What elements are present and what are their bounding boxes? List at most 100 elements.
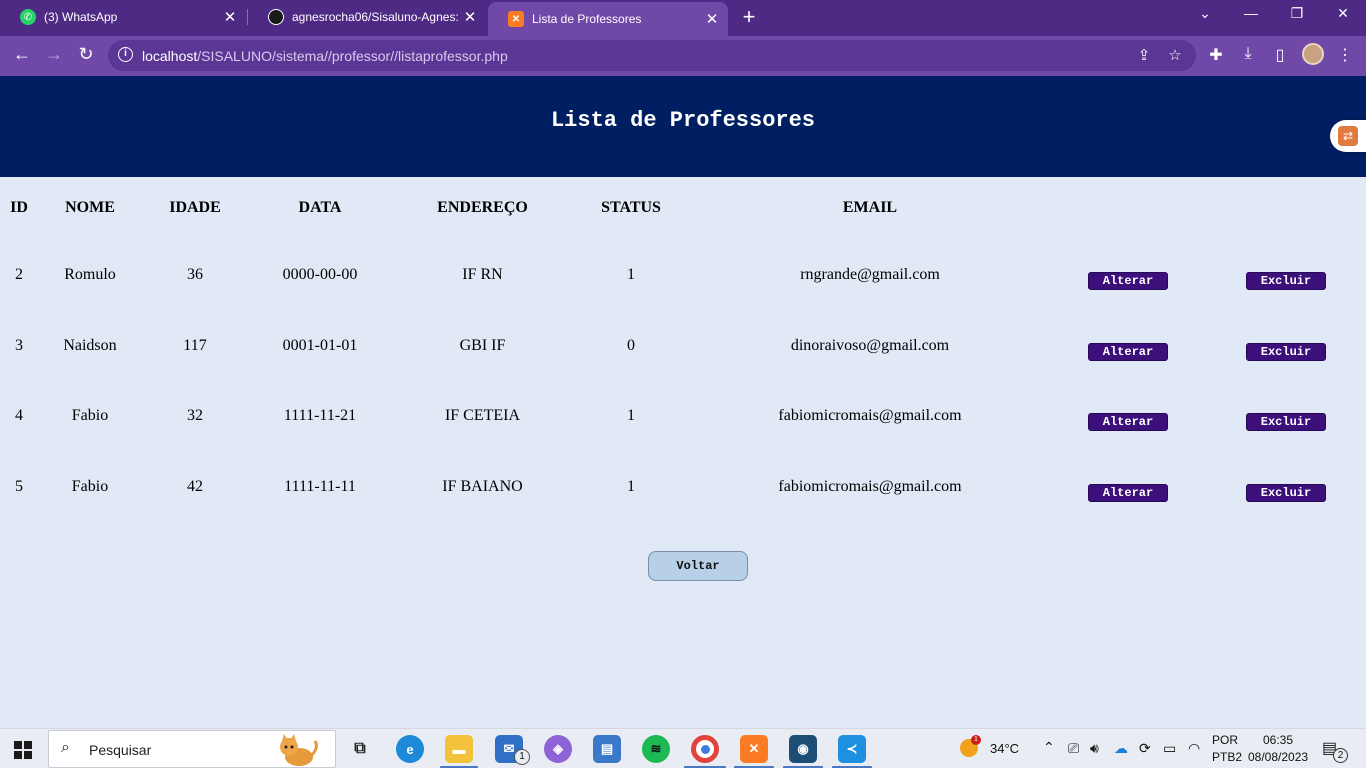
menu-icon[interactable]: ⋮ xyxy=(1334,45,1356,65)
xampp-icon[interactable]: ✕ xyxy=(740,735,768,763)
cell-id: 5 xyxy=(15,478,23,495)
reload-icon[interactable]: ↻ xyxy=(74,44,98,65)
cell-data: 0000-00-00 xyxy=(282,266,358,283)
side-panel-icon[interactable]: ▯ xyxy=(1269,45,1291,65)
column-header-nome: NOME xyxy=(65,199,115,216)
clock-date[interactable]: 08/08/2023 xyxy=(1248,750,1308,764)
alter-button[interactable]: Alterar xyxy=(1088,413,1168,431)
address-bar[interactable]: i localhost/SISALUNO/sistema//professor/… xyxy=(108,40,1196,71)
search-placeholder: Pesquisar xyxy=(89,742,152,758)
download-icon[interactable]: ⤓ xyxy=(1237,45,1259,63)
wifi-icon[interactable]: ◠ xyxy=(1188,740,1200,757)
cell-nome: Fabio xyxy=(71,478,109,495)
cell-endereco: IF RN xyxy=(462,266,503,283)
mysql-workbench-icon[interactable]: ◉ xyxy=(789,735,817,763)
alter-button[interactable]: Alterar xyxy=(1088,484,1168,502)
delete-button[interactable]: Excluir xyxy=(1246,343,1326,361)
tab-lista-professores[interactable]: ✕ Lista de Professores ✕ xyxy=(488,2,728,36)
whatsapp-icon: ✆ xyxy=(20,9,36,25)
restore-button[interactable]: ❐ xyxy=(1286,5,1308,22)
xampp-icon: ✕ xyxy=(508,11,524,27)
mail-badge: 1 xyxy=(514,749,530,765)
url-host: localhost xyxy=(142,48,198,64)
cell-endereco: GBI IF xyxy=(459,337,506,354)
cell-data: 1111-11-11 xyxy=(284,478,356,495)
language-indicator[interactable]: POR xyxy=(1212,733,1238,747)
alter-button[interactable]: Alterar xyxy=(1088,343,1168,361)
back-arrow-icon[interactable]: ← xyxy=(10,44,34,65)
url-text[interactable]: localhost/SISALUNO/sistema//professor//l… xyxy=(142,48,508,64)
vscode-icon[interactable]: ≺ xyxy=(838,735,866,763)
minimize-button[interactable]: — xyxy=(1240,5,1262,21)
cell-idade: 32 xyxy=(187,407,203,424)
side-widget[interactable]: ⇄ xyxy=(1330,120,1366,152)
translate-icon: ⇄ xyxy=(1338,126,1358,146)
cat-illustration-icon xyxy=(280,734,318,766)
tab-label: (3) WhatsApp xyxy=(44,10,118,24)
column-header-idade: IDADE xyxy=(169,199,221,216)
battery-icon[interactable]: ▭ xyxy=(1163,740,1176,757)
column-header-endereco: ENDEREÇO xyxy=(437,199,528,216)
close-icon[interactable]: ✕ xyxy=(460,8,480,26)
alter-button[interactable]: Alterar xyxy=(1088,272,1168,290)
column-header-email: EMAIL xyxy=(842,199,898,216)
new-tab-button[interactable]: + xyxy=(738,4,760,30)
close-icon[interactable]: ✕ xyxy=(702,10,722,28)
tab-label: Lista de Professores xyxy=(532,12,642,26)
weather-badge: 1 xyxy=(971,735,981,745)
delete-button[interactable]: Excluir xyxy=(1246,272,1326,290)
cell-status: 1 xyxy=(627,478,635,495)
chevron-up-icon[interactable]: ⌃ xyxy=(1043,739,1055,756)
url-path: /SISALUNO/sistema//professor//listaprofe… xyxy=(197,48,508,64)
search-icon: ⌕ xyxy=(61,739,70,756)
tab-whatsapp[interactable]: ✆ (3) WhatsApp ✕ xyxy=(0,0,246,34)
window-close-button[interactable]: ✕ xyxy=(1332,5,1354,22)
cell-id: 3 xyxy=(15,337,23,354)
spotify-icon[interactable]: ≋ xyxy=(642,735,670,763)
task-view-icon[interactable]: ⧉ xyxy=(346,735,374,763)
browser-toolbar: ← → ↻ i localhost/SISALUNO/sistema//prof… xyxy=(0,36,1366,76)
cell-endereco: IF BAIANO xyxy=(442,478,523,495)
windows-start-icon[interactable] xyxy=(14,741,32,759)
copilot-icon[interactable]: ◈ xyxy=(544,735,572,763)
extensions-icon[interactable]: ✚ xyxy=(1205,45,1227,65)
cell-nome: Fabio xyxy=(71,407,109,424)
close-icon[interactable]: ✕ xyxy=(220,8,240,26)
cell-status: 1 xyxy=(627,407,635,424)
cell-idade: 42 xyxy=(187,478,203,495)
weather-temperature[interactable]: 34°C xyxy=(990,741,1019,756)
forward-arrow-icon[interactable]: → xyxy=(42,44,66,65)
keyboard-layout[interactable]: PTB2 xyxy=(1212,750,1242,764)
tab-search-icon[interactable]: ⌄ xyxy=(1194,5,1216,22)
delete-button[interactable]: Excluir xyxy=(1246,484,1326,502)
cell-idade: 117 xyxy=(183,337,207,354)
clock-time[interactable]: 06:35 xyxy=(1263,733,1293,747)
profile-avatar[interactable] xyxy=(1302,43,1324,65)
cell-data: 0001-01-01 xyxy=(282,337,358,354)
volume-icon[interactable]: 🔊︎ xyxy=(1090,740,1099,757)
sync-icon[interactable]: ⟳ xyxy=(1139,740,1151,757)
cell-email: rngrande@gmail.com xyxy=(800,266,940,283)
edge-icon[interactable]: e xyxy=(396,735,424,763)
table-row: 3 Naidson 117 0001-01-01 GBI IF 0 dinora… xyxy=(0,337,1366,367)
file-explorer-icon[interactable]: ▬ xyxy=(445,735,473,763)
meet-icon[interactable]: ⎚ xyxy=(1068,740,1079,757)
column-header-status: STATUS xyxy=(601,199,661,216)
taskbar-search-box[interactable]: ⌕ Pesquisar xyxy=(48,730,336,768)
delete-button[interactable]: Excluir xyxy=(1246,413,1326,431)
news-icon[interactable]: ▤ xyxy=(593,735,621,763)
tab-label: agnesrocha06/Sisaluno-Agnes: R xyxy=(292,10,460,24)
bookmark-star-icon[interactable]: ☆ xyxy=(1166,46,1184,64)
notification-badge: 2 xyxy=(1333,748,1348,763)
site-info-icon[interactable]: i xyxy=(118,47,133,62)
onedrive-cloud-icon[interactable]: ☁︎ xyxy=(1114,740,1128,757)
table-row: 4 Fabio 32 1111-11-21 IF CETEIA 1 fabiom… xyxy=(0,407,1366,437)
browser-tab-strip: ✆ (3) WhatsApp ✕ agnesrocha06/Sisaluno-A… xyxy=(0,0,1366,36)
share-icon[interactable]: ⇪ xyxy=(1135,46,1153,64)
chrome-icon[interactable] xyxy=(691,735,719,763)
windows-taskbar: ⌕ Pesquisar ⧉ e ▬ ✉ 1 ◈ ▤ ≋ ✕ ◉ ≺ 1 34°C… xyxy=(0,728,1366,768)
back-button[interactable]: Voltar xyxy=(648,551,748,581)
table-row: 2 Romulo 36 0000-00-00 IF RN 1 rngrande@… xyxy=(0,266,1366,296)
cell-email: fabiomicromais@gmail.com xyxy=(778,478,962,495)
tab-github[interactable]: agnesrocha06/Sisaluno-Agnes: R ✕ xyxy=(248,0,486,34)
